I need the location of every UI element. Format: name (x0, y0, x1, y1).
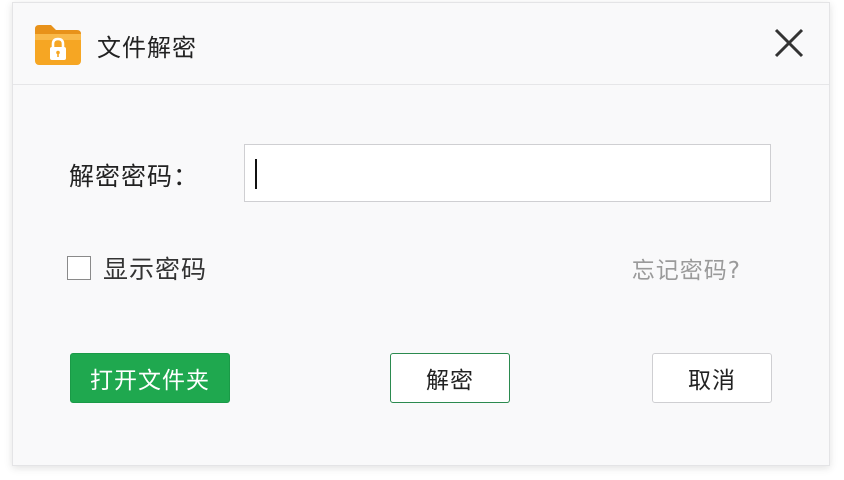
decrypt-button[interactable]: 解密 (390, 353, 510, 403)
close-icon[interactable] (771, 25, 807, 61)
lock-folder-icon (33, 21, 83, 67)
show-password-label: 显示密码 (103, 255, 208, 284)
password-label: 解密密码： (69, 162, 200, 191)
show-password-toggle[interactable]: 显示密码 (67, 250, 207, 286)
show-password-checkbox[interactable] (67, 256, 91, 280)
decrypt-dialog: 文件解密 解密密码： 显示密码 忘记密码? 打开文件夹 解密 取消 (12, 2, 830, 466)
cancel-button[interactable]: 取消 (652, 353, 772, 403)
open-folder-button[interactable]: 打开文件夹 (70, 353, 230, 403)
text-cursor (255, 159, 257, 189)
title-bar: 文件解密 (13, 3, 829, 85)
forgot-password-link[interactable]: 忘记密码? (632, 251, 741, 285)
window-title: 文件解密 (97, 34, 197, 62)
password-input[interactable] (244, 144, 771, 202)
